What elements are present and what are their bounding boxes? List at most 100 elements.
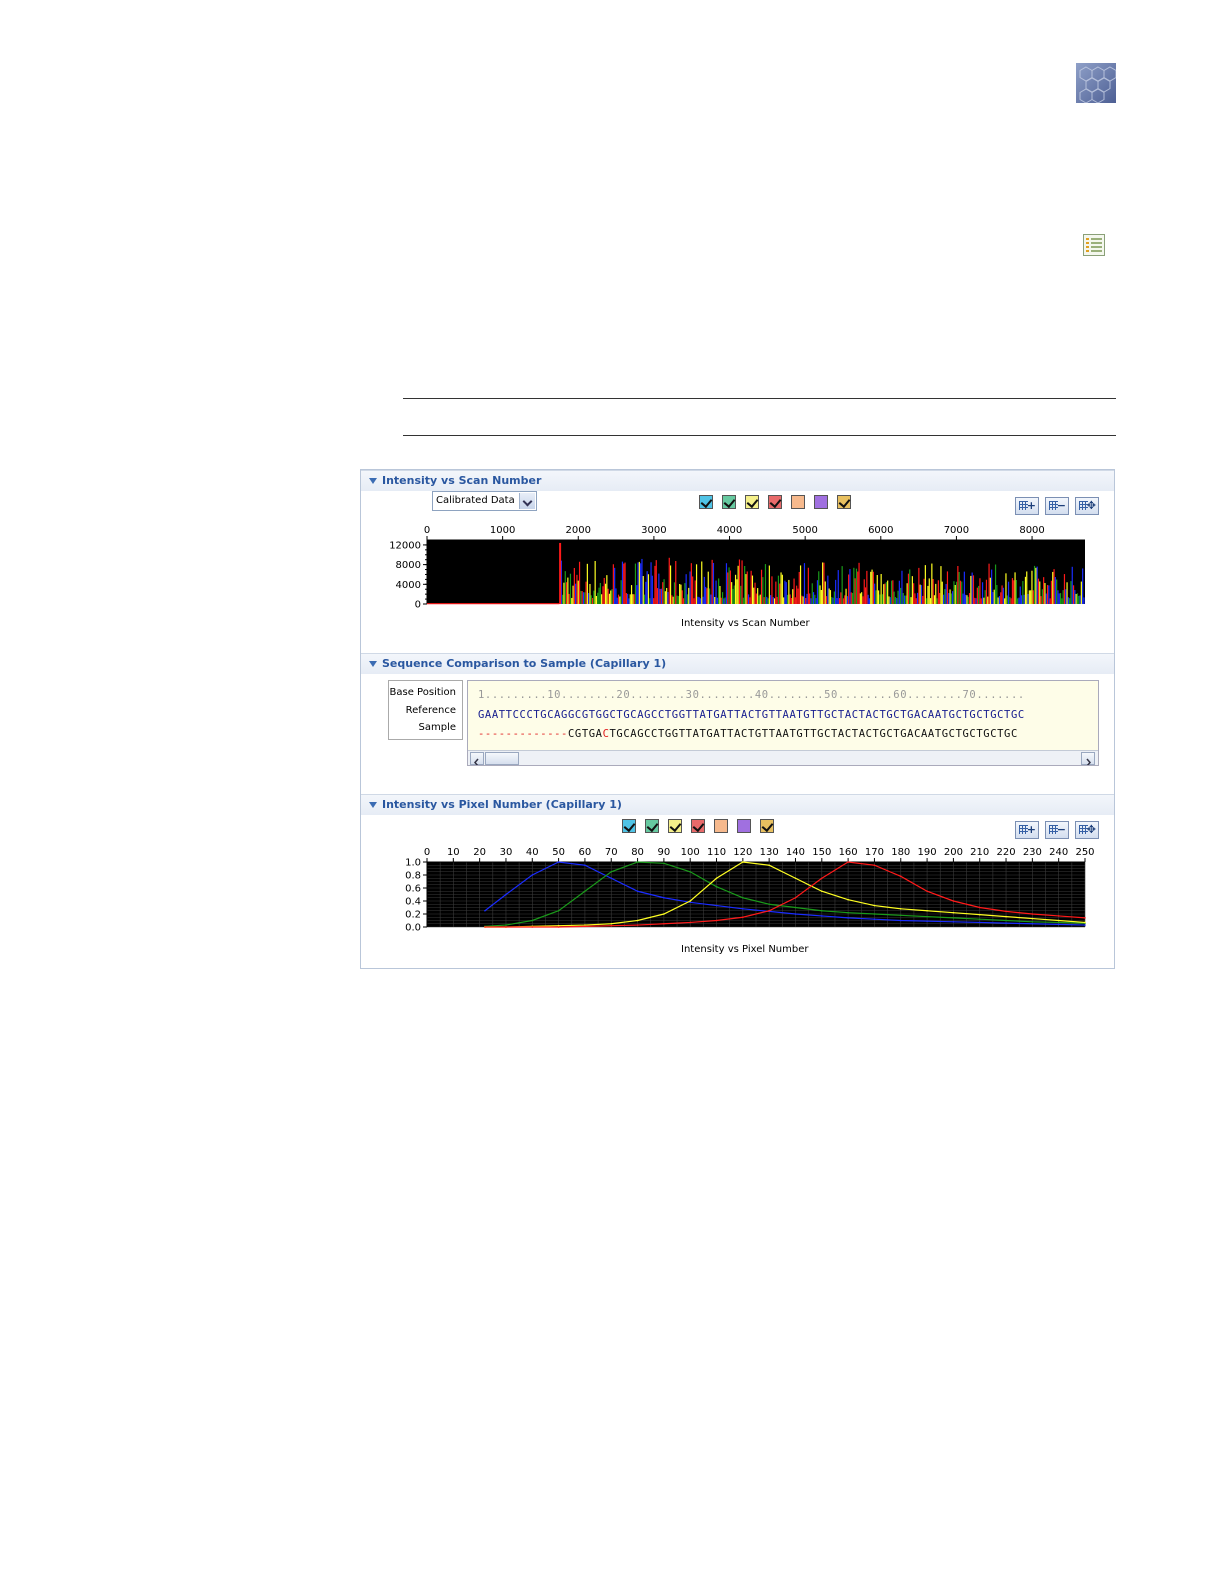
- pixel-point-blue: [610, 877, 613, 880]
- collapse-triangle-icon[interactable]: [369, 661, 377, 667]
- scan-section-header[interactable]: Intensity vs Scan Number: [361, 470, 1114, 491]
- pixel-point-blue: [926, 920, 928, 922]
- zoom-out-button[interactable]: −: [1045, 821, 1069, 839]
- pixel-point-red: [505, 926, 507, 928]
- fit-glyph: ✥: [1086, 823, 1096, 836]
- pixel-point-red: [794, 896, 797, 899]
- pixel-point-red: [663, 922, 665, 925]
- pixel-section-title: Intensity vs Pixel Number (Capillary 1): [382, 798, 622, 811]
- fit-button[interactable]: ✥: [1075, 497, 1099, 515]
- pixel-x-tick-label: 30: [500, 847, 513, 858]
- pixel-point-green: [610, 870, 613, 873]
- scan-x-tick-label: 4000: [717, 525, 742, 536]
- pixel-point-green: [926, 915, 928, 918]
- check-icon: [669, 819, 682, 833]
- pixel-section-header[interactable]: Intensity vs Pixel Number (Capillary 1): [361, 794, 1114, 815]
- pixel-point-red: [926, 890, 928, 893]
- fit-button[interactable]: ✥: [1075, 821, 1099, 839]
- pixel-point-red: [484, 926, 486, 928]
- pixel-plot-title: Intensity vs Pixel Number: [681, 944, 809, 955]
- check-icon: [769, 495, 782, 509]
- dye-toggle-7[interactable]: [837, 495, 851, 509]
- pixel-x-tick-label: 70: [605, 847, 618, 858]
- seq-section-header[interactable]: Sequence Comparison to Sample (Capillary…: [361, 653, 1114, 674]
- check-icon: [692, 819, 705, 833]
- pixel-point-yellow: [873, 904, 876, 907]
- collapse-triangle-icon[interactable]: [369, 802, 377, 808]
- zoom-in-glyph: +: [1026, 499, 1036, 512]
- pixel-point-yellow: [689, 900, 691, 902]
- dye-toggle-3[interactable]: [668, 819, 682, 833]
- pixel-point-red: [689, 921, 691, 924]
- dye-toggle-1[interactable]: [622, 819, 636, 833]
- pixel-point-yellow: [768, 864, 770, 867]
- sequence-viewer[interactable]: 1.........10........20........30........…: [467, 680, 1099, 766]
- pixel-point-red: [1031, 913, 1034, 915]
- scan-x-tick-label: 2000: [566, 525, 591, 536]
- scroll-left-icon[interactable]: [470, 752, 484, 765]
- dye-toggle-2[interactable]: [645, 819, 659, 833]
- zoom-in-button[interactable]: +: [1015, 497, 1039, 515]
- dye-toggle-4[interactable]: [768, 495, 782, 509]
- pixel-point-blue: [899, 919, 902, 922]
- dye-toggle-7[interactable]: [760, 819, 774, 833]
- pixel-point-green: [689, 870, 691, 873]
- pixel-point-yellow: [1005, 915, 1007, 918]
- pixel-point-green: [557, 909, 560, 912]
- scroll-right-icon[interactable]: [1081, 752, 1095, 765]
- analysis-panel: Intensity vs Scan Number Calibrated Data…: [360, 469, 1115, 969]
- pixel-point-blue: [847, 917, 849, 919]
- dye-toggle-1[interactable]: [699, 495, 713, 509]
- pixel-point-blue: [821, 915, 823, 917]
- dye-toggle-6[interactable]: [737, 819, 751, 833]
- reference-sequence: GAATTCCCTGCAGGCGTGGCTGCAGCCTGGTTATGATTAC…: [478, 709, 1025, 721]
- dye-toggle-5[interactable]: [714, 819, 728, 833]
- pixel-point-red: [768, 909, 770, 912]
- zoom-in-glyph: +: [1026, 823, 1036, 836]
- base-position-ruler: 1.........10........20........30........…: [478, 689, 1025, 701]
- dye-toggle-4[interactable]: [691, 819, 705, 833]
- pixel-x-tick-label: 160: [839, 847, 858, 858]
- dye-toggle-3[interactable]: [745, 495, 759, 509]
- pixel-point-yellow: [610, 922, 613, 925]
- pixel-y-tick-label: 0.6: [405, 884, 421, 895]
- pixel-point-blue: [742, 908, 744, 910]
- scan-section-title: Intensity vs Scan Number: [382, 474, 542, 487]
- dye-toggle-6[interactable]: [814, 495, 828, 509]
- pixel-point-blue: [715, 904, 718, 907]
- pixel-point-green: [584, 890, 586, 893]
- scan-x-tick-label: 5000: [792, 525, 817, 536]
- pixel-point-red: [742, 916, 744, 919]
- check-icon: [746, 495, 759, 509]
- pixel-x-tick-label: 190: [918, 847, 937, 858]
- fit-glyph: ✥: [1086, 499, 1096, 512]
- sample-mismatch-base: C: [602, 728, 610, 740]
- scan-y-tick-label: 8000: [396, 560, 421, 571]
- pixel-point-yellow: [742, 861, 744, 863]
- pixel-x-tick-label: 150: [812, 847, 831, 858]
- chevron-down-icon[interactable]: [519, 493, 535, 509]
- horizontal-scrollbar[interactable]: [468, 750, 1098, 765]
- pixel-x-tick-label: 250: [1075, 847, 1094, 858]
- pixel-chart: 0 10 20 30 40 50 60 70 80 90 100 110 120 130 140 150 160…: [405, 847, 1094, 934]
- pixel-x-tick-label: 210: [970, 847, 989, 858]
- notes-list-icon[interactable]: [1082, 233, 1106, 257]
- pixel-point-blue: [663, 896, 665, 899]
- zoom-in-button[interactable]: +: [1015, 821, 1039, 839]
- dye-toggle-5[interactable]: [791, 495, 805, 509]
- pixel-x-tick-label: 10: [447, 847, 460, 858]
- collapse-triangle-icon[interactable]: [369, 478, 377, 484]
- seq-section-title: Sequence Comparison to Sample (Capillary…: [382, 657, 667, 670]
- pixel-point-blue: [484, 909, 486, 912]
- dye-toggle-2[interactable]: [722, 495, 736, 509]
- scroll-thumb[interactable]: [485, 752, 519, 765]
- label-reference: Reference: [405, 705, 456, 716]
- pixel-x-tick-label: 240: [1049, 847, 1068, 858]
- pixel-point-green: [742, 896, 744, 899]
- zoom-out-button[interactable]: −: [1045, 497, 1069, 515]
- pixel-point-green: [821, 909, 823, 912]
- pixel-x-tick-label: 40: [526, 847, 539, 858]
- data-type-dropdown[interactable]: Calibrated Data: [432, 491, 537, 511]
- pixel-point-red: [531, 926, 534, 928]
- pixel-x-tick-label: 220: [996, 847, 1015, 858]
